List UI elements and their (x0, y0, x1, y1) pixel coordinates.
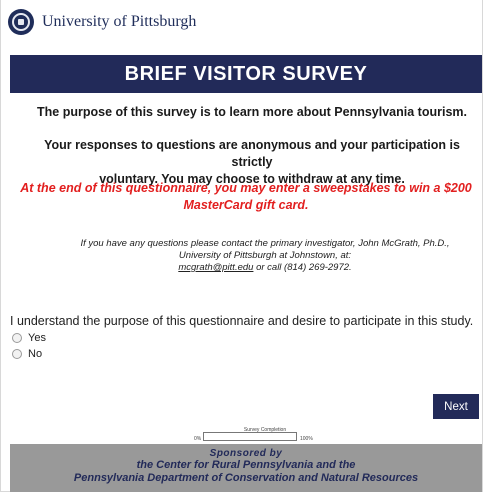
progress-bar (203, 432, 297, 441)
option-no[interactable]: No (12, 348, 42, 360)
university-name: University of Pittsburgh (42, 13, 197, 30)
sweepstakes-line-1: At the end of this questionnaire, you ma… (20, 181, 472, 195)
sponsor-line-2: Pennsylvania Department of Conservation … (73, 472, 419, 484)
contact-line-3: mcgrath@pitt.edu or call (814) 269-2972. (60, 262, 470, 274)
consent-question: I understand the purpose of this questio… (10, 314, 474, 328)
sponsored-by: Sponsored by (209, 448, 283, 459)
option-yes[interactable]: Yes (12, 332, 46, 344)
radio-no[interactable] (12, 349, 22, 359)
university-seal-icon (8, 9, 34, 35)
university-brand: University of Pittsburgh (8, 7, 196, 37)
sponsor-line-1: the Center for Rural Pennsylvania and th… (136, 459, 356, 471)
sweepstakes-line-2: MasterCard gift card. (183, 198, 309, 212)
progress-min-label: 0% (194, 436, 202, 442)
sponsor-footer: Sponsored by the Center for Rural Pennsy… (10, 444, 482, 492)
survey-intro: The purpose of this survey is to learn m… (37, 105, 467, 119)
option-yes-label: Yes (28, 332, 46, 344)
option-no-label: No (28, 348, 43, 360)
radio-yes[interactable] (12, 333, 22, 343)
contact-email-link[interactable]: mcgrath@pitt.edu (178, 262, 253, 273)
survey-title: BRIEF VISITOR SURVEY (124, 62, 368, 85)
anonymity-line-1: Your responses to questions are anonymou… (44, 138, 460, 169)
contact-line-2: University of Pittsburgh at Johnstown, a… (178, 250, 352, 261)
contact-line-1: If you have any questions please contact… (80, 238, 450, 249)
progress-max-label: 100% (300, 436, 313, 442)
survey-title-bar: BRIEF VISITOR SURVEY (10, 55, 482, 93)
contact-info: If you have any questions please contact… (60, 238, 470, 274)
next-button[interactable]: Next (433, 394, 479, 419)
sweepstakes-notice: At the end of this questionnaire, you ma… (20, 180, 472, 214)
contact-phone: or call (814) 269-2972. (253, 262, 352, 273)
